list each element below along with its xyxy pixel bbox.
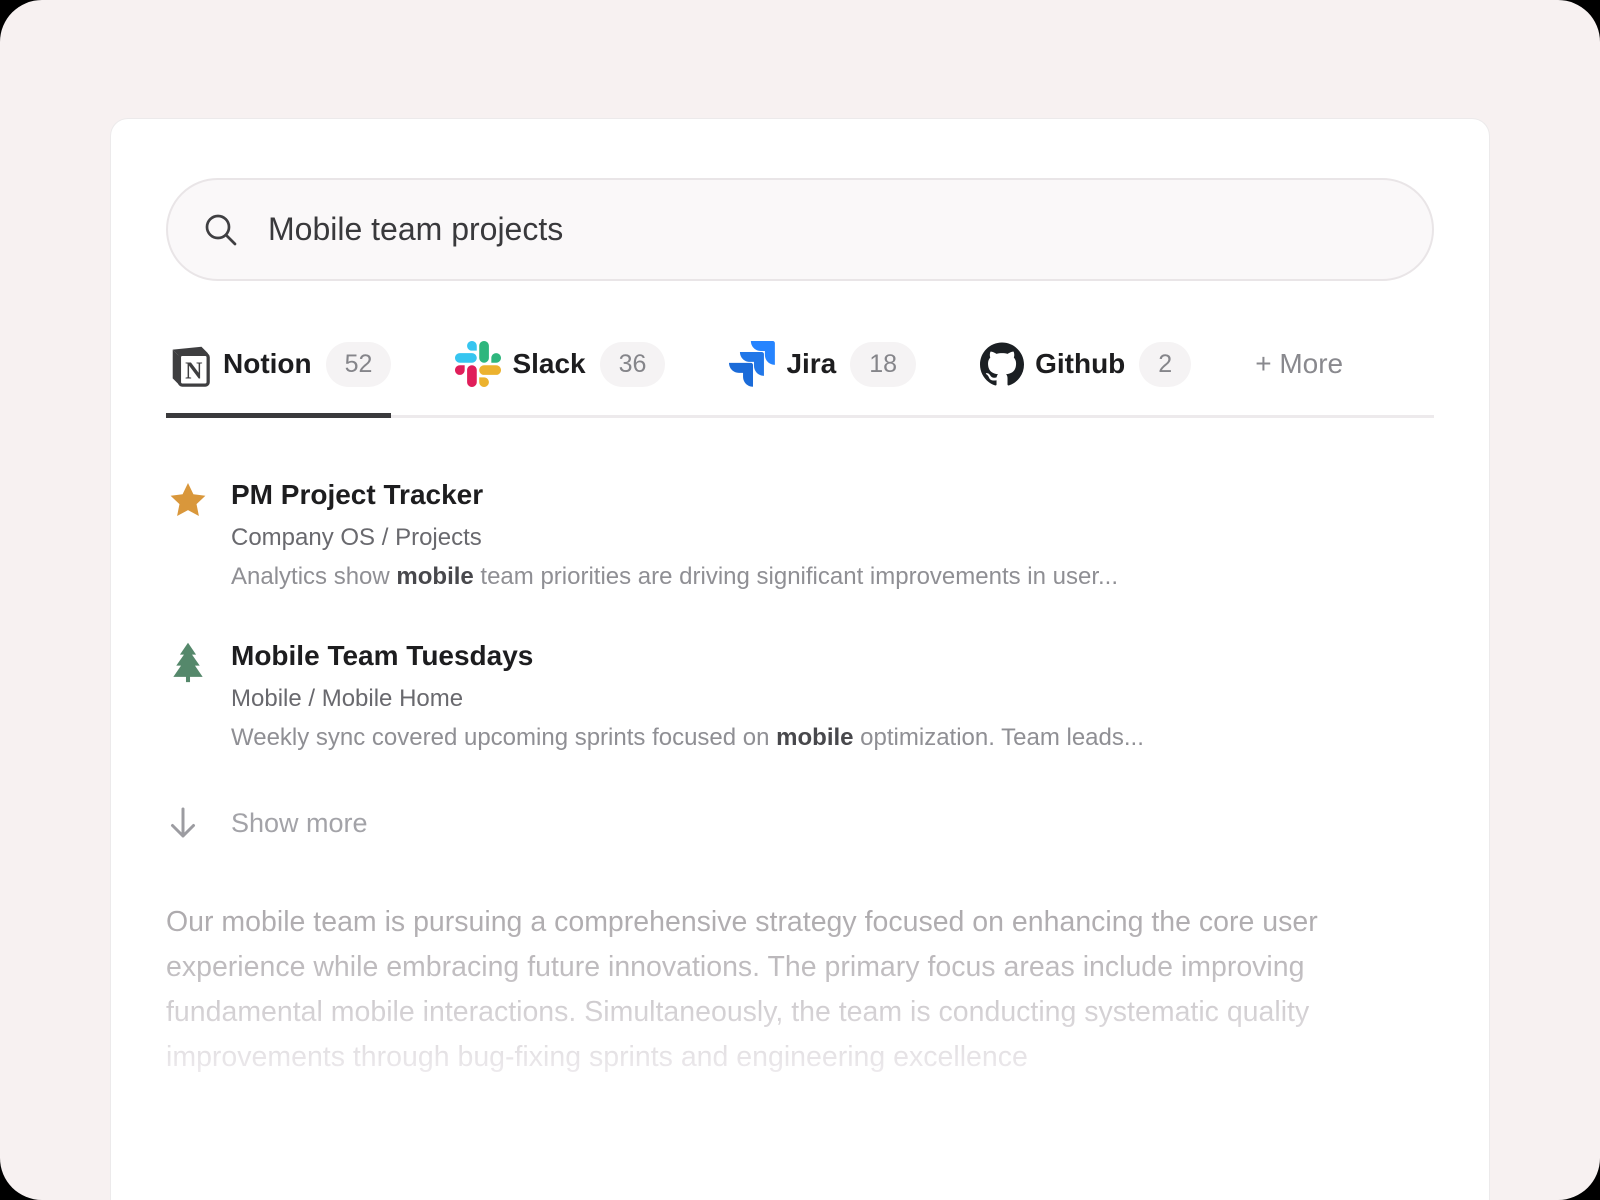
screen-background: N Notion 52 Slack 36 — [0, 0, 1600, 1200]
result-title: PM Project Tracker — [231, 478, 1118, 512]
tab-github-count: 2 — [1139, 342, 1191, 387]
star-icon — [166, 478, 231, 528]
jira-icon — [729, 341, 775, 387]
tab-jira-label: Jira — [786, 348, 836, 380]
arrow-down-icon — [166, 804, 231, 842]
summary-paragraph: Our mobile team is pursuing a comprehens… — [166, 900, 1421, 1080]
tab-github[interactable]: Github 2 — [980, 342, 1191, 415]
result-snippet: Weekly sync covered upcoming sprints foc… — [231, 724, 1144, 752]
snippet-highlight: mobile — [776, 724, 853, 751]
slack-icon — [455, 341, 501, 387]
tab-slack[interactable]: Slack 36 — [455, 341, 665, 415]
tab-more-label: + More — [1255, 348, 1343, 380]
result-pm-project-tracker[interactable]: PM Project Tracker Company OS / Projects… — [166, 478, 1434, 591]
notion-icon: N — [166, 341, 212, 387]
tab-more[interactable]: + More — [1255, 348, 1343, 408]
tab-slack-label: Slack — [512, 348, 585, 380]
tab-jira-count: 18 — [850, 342, 916, 387]
search-input[interactable] — [266, 210, 1399, 249]
tab-notion-label: Notion — [223, 348, 312, 380]
result-breadcrumb: Company OS / Projects — [231, 524, 1118, 552]
tab-github-label: Github — [1035, 348, 1125, 380]
svg-text:N: N — [185, 358, 202, 384]
search-panel: N Notion 52 Slack 36 — [110, 118, 1490, 1200]
result-snippet: Analytics show mobile team priorities ar… — [231, 563, 1118, 591]
search-results: PM Project Tracker Company OS / Projects… — [166, 478, 1434, 752]
tab-notion-count: 52 — [326, 342, 392, 387]
source-tabs: N Notion 52 Slack 36 — [166, 341, 1434, 418]
show-more-label: Show more — [231, 808, 368, 839]
snippet-highlight: mobile — [396, 563, 473, 590]
result-breadcrumb: Mobile / Mobile Home — [231, 685, 1144, 713]
tab-jira[interactable]: Jira 18 — [729, 341, 916, 415]
result-body: Mobile Team Tuesdays Mobile / Mobile Hom… — [231, 639, 1144, 752]
result-title: Mobile Team Tuesdays — [231, 639, 1144, 673]
tree-icon — [166, 639, 231, 689]
tab-slack-count: 36 — [600, 342, 666, 387]
show-more-button[interactable]: Show more — [166, 804, 1434, 842]
github-icon — [980, 342, 1024, 386]
result-mobile-team-tuesdays[interactable]: Mobile Team Tuesdays Mobile / Mobile Hom… — [166, 639, 1434, 752]
search-icon — [201, 210, 241, 250]
result-body: PM Project Tracker Company OS / Projects… — [231, 478, 1118, 591]
tab-notion[interactable]: N Notion 52 — [166, 341, 391, 415]
search-bar[interactable] — [166, 178, 1434, 281]
